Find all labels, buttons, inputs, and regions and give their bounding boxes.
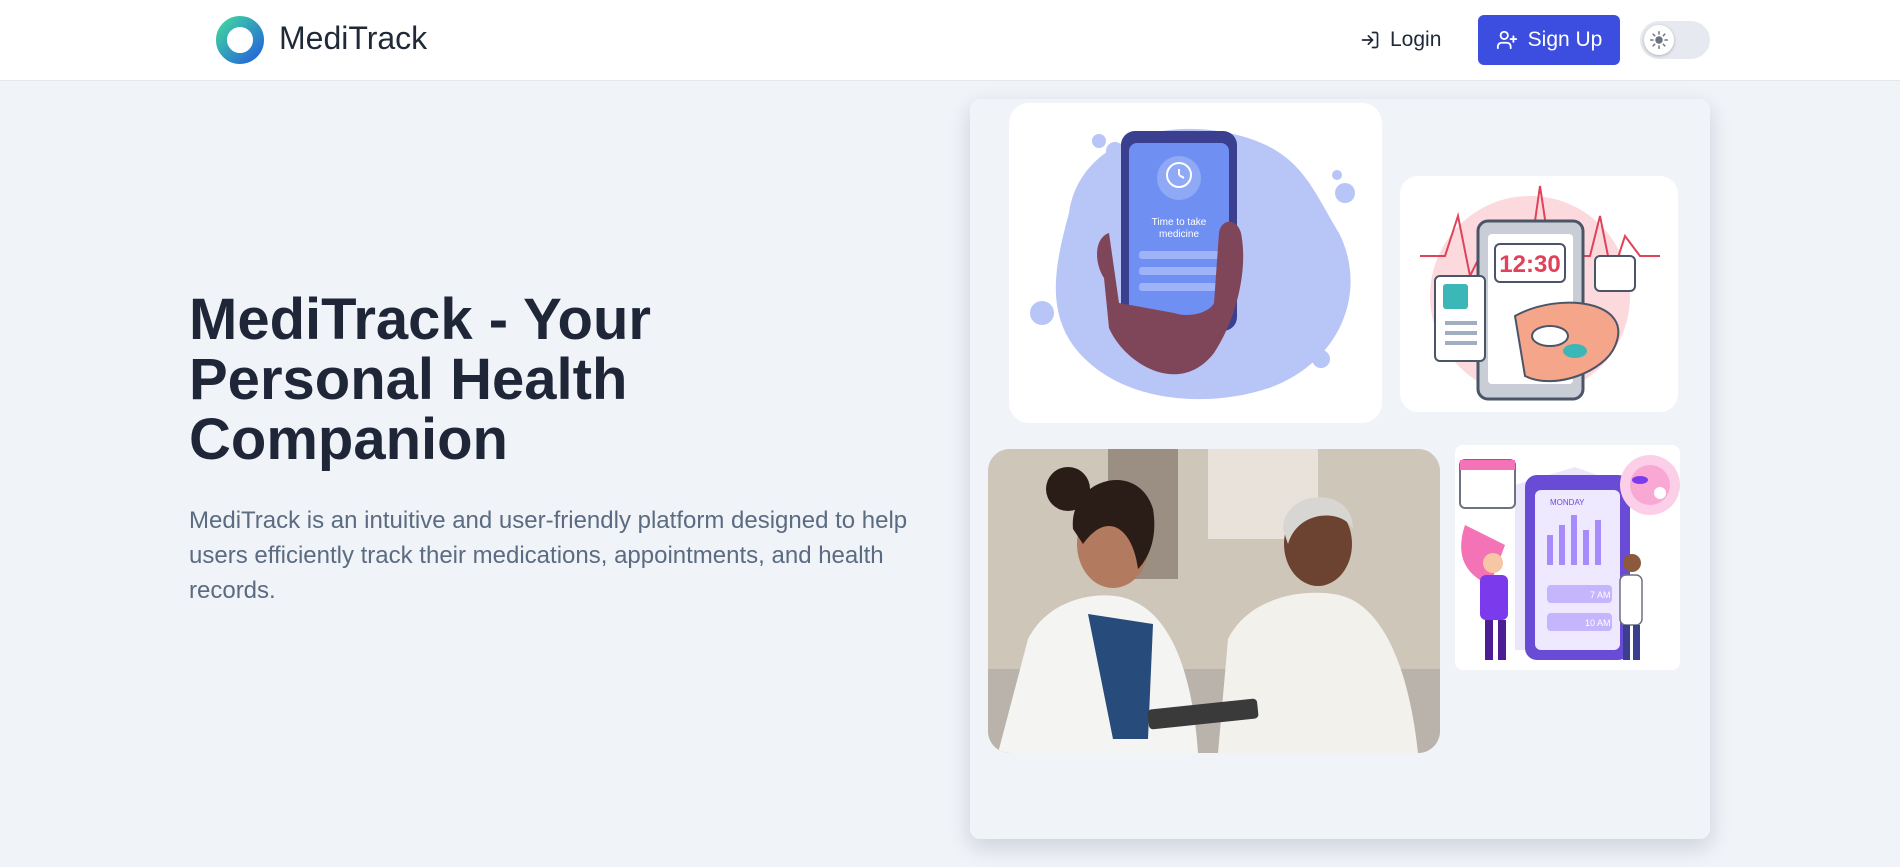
phone-reminder-illustration: Time to take medicine <box>1009 103 1382 423</box>
reminder-line1: Time to take <box>1152 217 1207 228</box>
brand-name[interactable]: MediTrack <box>279 18 427 58</box>
login-label: Login <box>1390 28 1442 51</box>
hero-title: MediTrack - Your Personal Health Compani… <box>189 287 651 472</box>
top-navbar: MediTrack Login Sign Up <box>0 0 1900 81</box>
theme-toggle[interactable] <box>1640 21 1710 59</box>
signup-button[interactable]: Sign Up <box>1478 15 1620 65</box>
logo-ring-icon[interactable] <box>215 15 265 65</box>
schedule-slot1: 7 AM <box>1590 590 1611 600</box>
schedule-day: MONDAY <box>1550 498 1585 507</box>
sun-icon <box>1650 31 1668 49</box>
hero-description: MediTrack is an intuitive and user-frien… <box>189 507 908 604</box>
doctor-patient-photo <box>988 449 1440 753</box>
login-button[interactable]: Login <box>1348 19 1453 61</box>
user-plus-icon <box>1496 30 1517 50</box>
schedule-app-illustration: MONDAY 7 AM 10 AM <box>1455 445 1680 670</box>
clock-time: 12:30 <box>1499 251 1560 278</box>
toggle-knob <box>1644 25 1674 55</box>
reminder-line2: medicine <box>1159 229 1199 240</box>
clock-pills-illustration: 12:30 <box>1400 176 1678 412</box>
signup-label: Sign Up <box>1527 28 1603 51</box>
schedule-slot2: 10 AM <box>1585 618 1611 628</box>
login-icon <box>1361 31 1379 49</box>
